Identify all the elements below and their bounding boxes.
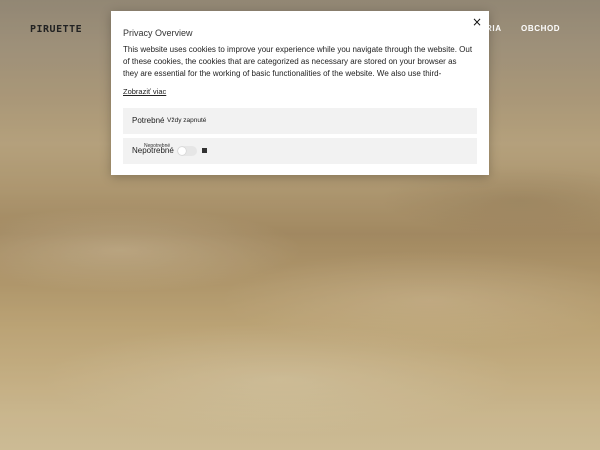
toggle-knob [178, 147, 186, 155]
logo-text: PIRUETTE [30, 23, 83, 35]
close-icon[interactable]: × [471, 16, 483, 28]
category-label: Potrebné [132, 116, 165, 125]
toggle-label: Nepotrebné [144, 143, 171, 149]
category-unnecessary[interactable]: Nepotrebné Nepotrebné [123, 138, 477, 164]
modal-title: Privacy Overview [123, 28, 193, 38]
unnecessary-cookies-toggle[interactable] [177, 146, 197, 156]
privacy-modal: Privacy Overview × This website uses coo… [111, 11, 489, 175]
nav-item-obchod[interactable]: OBCHOD [521, 24, 560, 33]
always-on-status: Vždy zapnuté [167, 117, 207, 124]
privacy-description: This website uses cookies to improve you… [123, 45, 473, 78]
category-necessary[interactable]: Potrebné Vždy zapnuté [123, 108, 477, 134]
site-logo[interactable]: PIRUETTE [30, 22, 100, 36]
show-more-link[interactable]: Zobraziť viac [123, 87, 166, 96]
toggle-off-icon [202, 148, 207, 153]
